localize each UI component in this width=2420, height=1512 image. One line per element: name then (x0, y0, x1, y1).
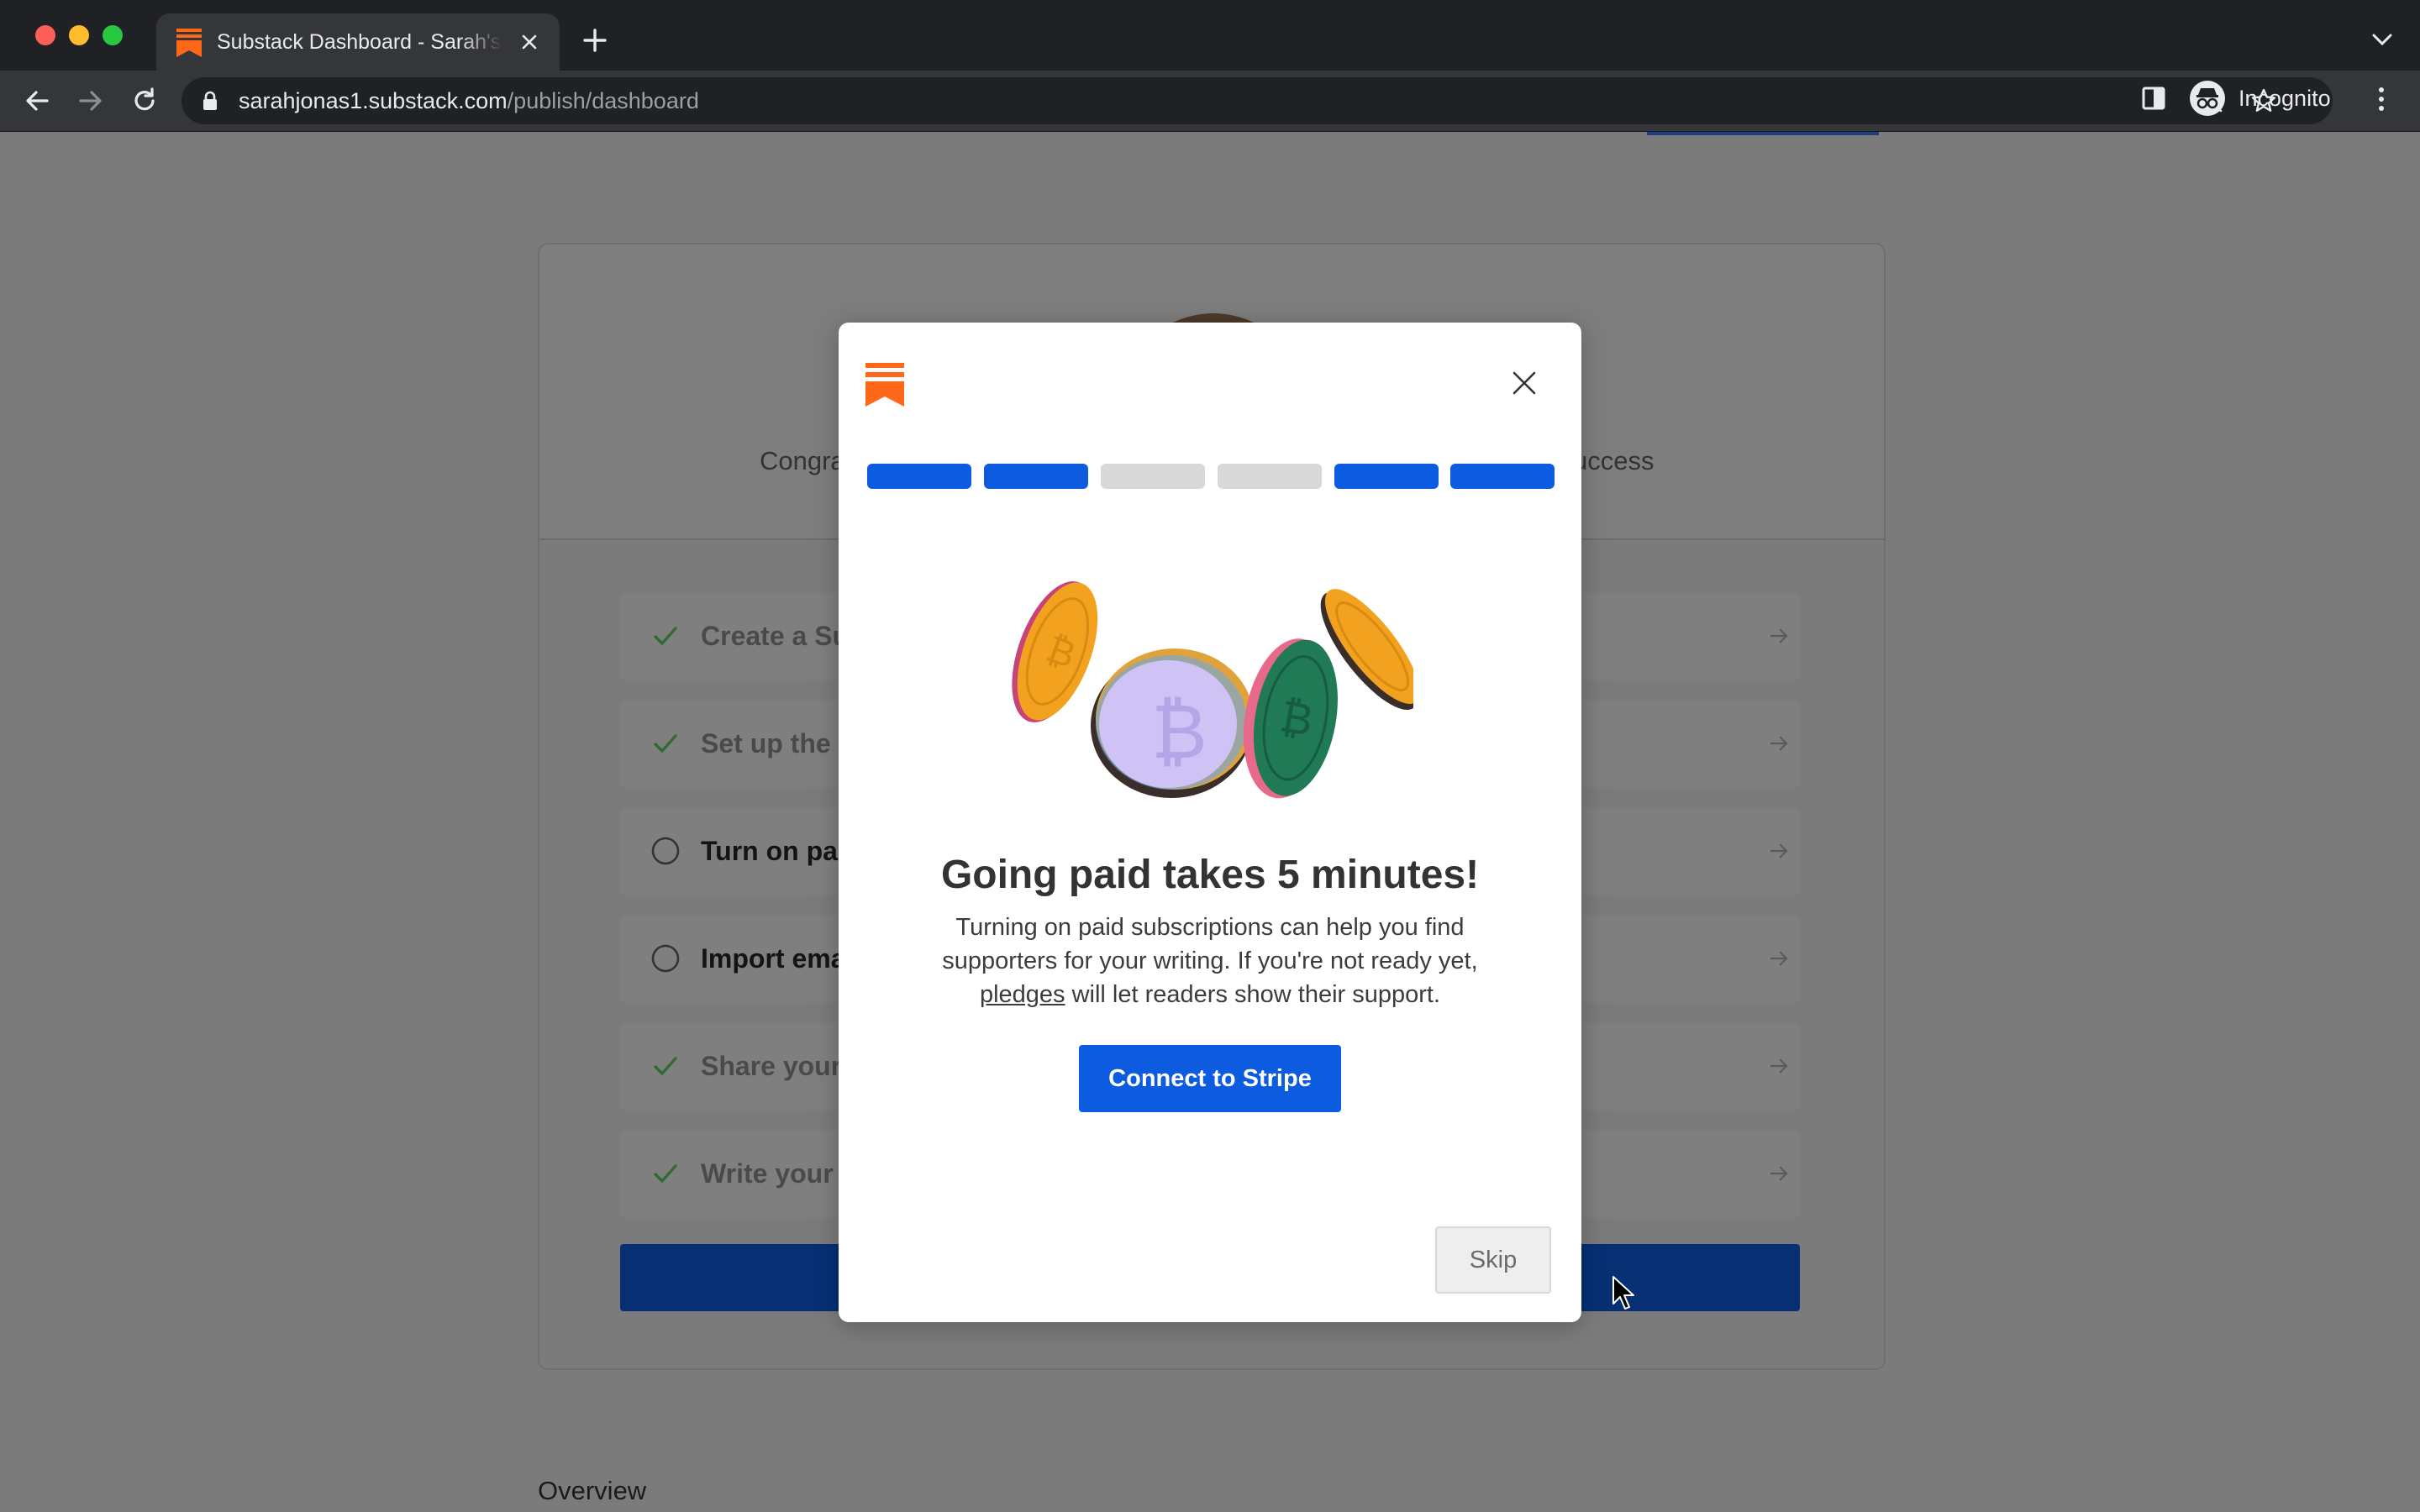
pledges-link[interactable]: pledges (980, 981, 1065, 1008)
incognito-label[interactable]: Incognito (2238, 81, 2331, 116)
connect-to-stripe-button[interactable]: Connect to Stripe (1079, 1045, 1341, 1112)
substack-favicon-icon (176, 29, 202, 57)
checklist-item-label: Import ema (701, 943, 846, 974)
arrow-right-icon (1770, 843, 1788, 858)
browser-tab-active[interactable]: Substack Dashboard - Sarah's (156, 13, 560, 71)
incognito-avatar-icon[interactable] (2190, 81, 2225, 116)
modal-title: Going paid takes 5 minutes! (940, 853, 1480, 897)
progress-step (867, 464, 971, 489)
card-subtitle-right: uccess (1573, 446, 1655, 475)
checklist-item-label: Write your (701, 1158, 834, 1189)
header-button-edge (1647, 132, 1879, 135)
window-close-button[interactable] (35, 25, 55, 45)
skip-button[interactable]: Skip (1435, 1226, 1551, 1294)
progress-step (1218, 464, 1322, 489)
progress-steps (867, 464, 1555, 489)
new-tab-icon[interactable] (581, 27, 608, 54)
arrow-right-icon (1770, 736, 1788, 751)
back-arrow-icon[interactable] (22, 86, 52, 116)
address-bar[interactable]: sarahjonas1.substack.com/publish/dashboa… (182, 77, 2333, 124)
checkmark-icon (654, 627, 677, 645)
window-minimize-button[interactable] (69, 25, 89, 45)
url-text: sarahjonas1.substack.com/publish/dashboa… (239, 88, 699, 113)
progress-step (984, 464, 1088, 489)
close-icon[interactable] (1511, 370, 1538, 396)
checkmark-icon (654, 1057, 677, 1075)
tab-title: Substack Dashboard - Sarah's (217, 30, 502, 54)
arrow-right-icon (1770, 951, 1788, 966)
go-paid-modal: ₿ ₿ ₿ Going paid takes 5 minutes! Turnin… (839, 323, 1581, 1322)
svg-text:₿: ₿ (1151, 690, 1207, 774)
substack-logo-icon (865, 363, 904, 407)
modal-description: Turning on paid subscriptions can help y… (942, 914, 1478, 1008)
empty-circle-icon (651, 944, 680, 973)
arrow-right-icon (1770, 1166, 1788, 1181)
checklist-item-label: Set up the l (701, 728, 846, 759)
checkmark-icon (654, 734, 677, 753)
arrow-right-icon (1770, 628, 1788, 643)
checkmark-icon (654, 1164, 677, 1183)
browser-toolbar: sarahjonas1.substack.com/publish/dashboa… (0, 71, 2420, 132)
progress-step (1450, 464, 1555, 489)
close-tab-icon[interactable] (519, 32, 539, 52)
card-subtitle-left: Congra (760, 446, 845, 475)
forward-arrow-icon[interactable] (76, 86, 106, 116)
lock-icon[interactable] (202, 91, 218, 111)
chevron-down-icon[interactable] (2371, 32, 2393, 47)
checklist-item-label: Turn on pai (701, 836, 845, 866)
progress-step (1101, 464, 1205, 489)
mouse-cursor-icon (1612, 1276, 1634, 1310)
side-panel-icon[interactable] (2141, 86, 2166, 111)
window-zoom-button[interactable] (103, 25, 123, 45)
browser-titlebar: Substack Dashboard - Sarah's (0, 0, 2420, 71)
arrow-right-icon (1770, 1058, 1788, 1074)
coins-illustration-icon: ₿ ₿ ₿ (1012, 581, 1413, 799)
browser-menu-icon[interactable] (2376, 86, 2386, 113)
empty-circle-icon (651, 837, 680, 865)
progress-step (1334, 464, 1439, 489)
overview-heading: Overview (538, 1476, 647, 1505)
checklist-item-label: Share your (701, 1051, 842, 1081)
reload-icon[interactable] (129, 86, 160, 116)
checklist-item-label: Create a Su (701, 621, 850, 651)
